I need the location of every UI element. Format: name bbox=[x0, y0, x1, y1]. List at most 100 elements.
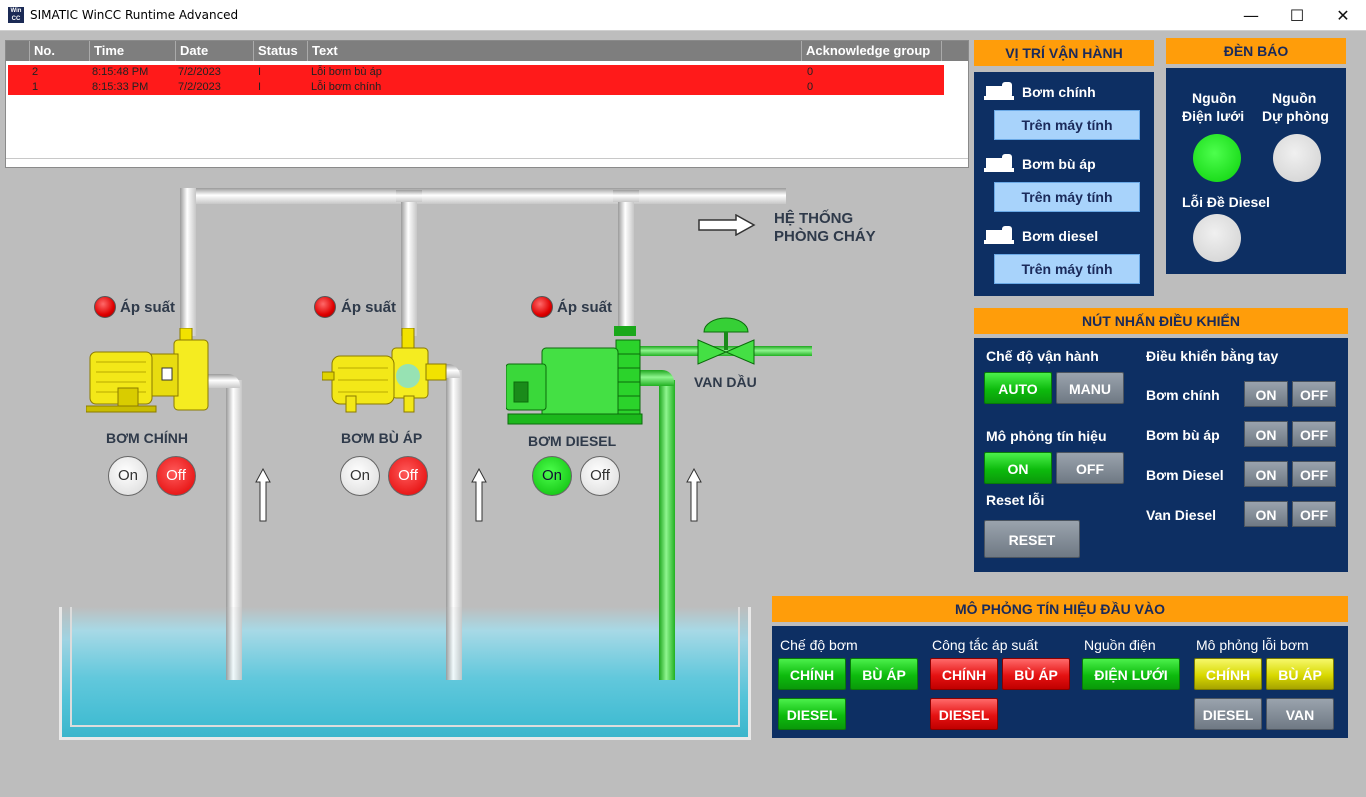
system-label: PHÒNG CHÁY bbox=[774, 228, 876, 245]
mode-label: Chế độ vận hành bbox=[986, 348, 1099, 364]
input-sim-panel: Chế độ bơm CHÍNH BÙ ÁP DIESEL Công tắc á… bbox=[772, 626, 1348, 738]
sim-off-button[interactable]: OFF bbox=[1056, 452, 1124, 484]
position-label-jockey: Bơm bù áp bbox=[1022, 156, 1096, 172]
jockey-pump-on-button[interactable]: On bbox=[340, 456, 380, 496]
sim-fault-jockey-button[interactable]: BÙ ÁP bbox=[1266, 658, 1334, 690]
sim-mode-jockey-button[interactable]: BÙ ÁP bbox=[850, 658, 918, 690]
alarm-status: I bbox=[258, 81, 262, 93]
main-pump-off-button[interactable]: Off bbox=[156, 456, 196, 496]
operating-position-title: VỊ TRÍ VẬN HÀNH bbox=[974, 40, 1154, 66]
sim-mode-diesel-button[interactable]: DIESEL bbox=[778, 698, 846, 730]
diesel-pump-icon bbox=[506, 339, 643, 425]
window-title: SIMATIC WinCC Runtime Advanced bbox=[30, 8, 239, 22]
col-status[interactable]: Status bbox=[254, 41, 308, 61]
reset-label: Reset lỗi bbox=[986, 492, 1045, 508]
alarm-ack: 0 bbox=[807, 66, 814, 78]
manu-button[interactable]: MANU bbox=[1056, 372, 1124, 404]
sim-grid-power-button[interactable]: ĐIỆN LƯỚI bbox=[1082, 658, 1180, 690]
grid-power-label: Điện lưới bbox=[1182, 108, 1245, 124]
alarm-header-marker bbox=[6, 41, 30, 61]
manual-jockey-on-button[interactable]: ON bbox=[1244, 421, 1288, 447]
manual-diesel-off-button[interactable]: OFF bbox=[1292, 461, 1336, 487]
sim-pressure-main-button[interactable]: CHÍNH bbox=[930, 658, 998, 690]
system-label: HỆ THỐNG bbox=[774, 210, 854, 227]
backup-power-lamp bbox=[1273, 134, 1321, 182]
sim-fault-main-button[interactable]: CHÍNH bbox=[1194, 658, 1262, 690]
manual-valve-off-button[interactable]: OFF bbox=[1292, 501, 1336, 527]
app-icon: Win CC bbox=[8, 7, 24, 23]
col-time[interactable]: Time bbox=[90, 41, 176, 61]
alarm-time: 8:15:48 PM bbox=[92, 66, 149, 78]
col-date[interactable]: Date bbox=[176, 41, 254, 61]
suction-pipe-diesel bbox=[659, 607, 675, 680]
pump-name: BƠM BÙ ÁP bbox=[341, 430, 423, 446]
sim-fault-diesel-button[interactable]: DIESEL bbox=[1194, 698, 1262, 730]
position-label-main: Bơm chính bbox=[1022, 84, 1096, 100]
pump-icon bbox=[984, 82, 1014, 100]
sim-fault-valve-button[interactable]: VAN bbox=[1266, 698, 1334, 730]
col-no[interactable]: No. bbox=[30, 41, 90, 61]
riser-pipe-diesel bbox=[618, 196, 634, 326]
alarm-view[interactable]: No. Time Date Status Text Acknowledge gr… bbox=[5, 40, 969, 168]
manual-main-on-button[interactable]: ON bbox=[1244, 381, 1288, 407]
operating-position-panel: Bơm chính Trên máy tính Bơm bù áp Trên m… bbox=[974, 72, 1154, 296]
manual-valve-label: Van Diesel bbox=[1146, 507, 1217, 523]
col-text[interactable]: Text bbox=[308, 41, 802, 61]
main-pump-location-button[interactable]: Trên máy tính bbox=[994, 110, 1140, 140]
backup-power-label: Dự phòng bbox=[1262, 108, 1329, 124]
minimize-button[interactable]: — bbox=[1228, 0, 1274, 31]
water-level bbox=[70, 607, 740, 727]
alarm-row[interactable]: 1 8:15:33 PM 7/2/2023 I Lỗi bơm chính 0 bbox=[8, 80, 944, 95]
indicator-lights-title: ĐÈN BÁO bbox=[1166, 38, 1346, 64]
manual-valve-on-button[interactable]: ON bbox=[1244, 501, 1288, 527]
pipe-joint bbox=[396, 190, 422, 202]
pump-name: BƠM CHÍNH bbox=[106, 430, 188, 446]
maximize-button[interactable]: ☐ bbox=[1274, 0, 1320, 31]
pressure-alarm-jockey-icon bbox=[314, 296, 336, 318]
diesel-pump-on-button[interactable]: On bbox=[532, 456, 572, 496]
alarm-row[interactable]: 2 8:15:48 PM 7/2/2023 I Lỗi bơm bù áp 0 bbox=[8, 65, 944, 80]
reset-button[interactable]: RESET bbox=[984, 520, 1080, 558]
sim-pressure-diesel-button[interactable]: DIESEL bbox=[930, 698, 998, 730]
alarm-date: 7/2/2023 bbox=[178, 66, 221, 78]
col-ack-group[interactable]: Acknowledge group bbox=[802, 41, 942, 61]
sim-mode-main-button[interactable]: CHÍNH bbox=[778, 658, 846, 690]
flow-arrow-icon bbox=[698, 214, 756, 236]
alarm-no: 2 bbox=[32, 66, 39, 78]
close-button[interactable]: ✕ bbox=[1320, 0, 1366, 31]
diesel-pump-location-button[interactable]: Trên máy tính bbox=[994, 254, 1140, 284]
jockey-pump-off-button[interactable]: Off bbox=[388, 456, 428, 496]
alarm-text: Lỗi bơm chính bbox=[311, 81, 382, 93]
pressure-alarm-main-icon bbox=[94, 296, 116, 318]
jockey-pump-icon bbox=[322, 328, 447, 413]
control-buttons-title: NÚT NHẤN ĐIỀU KHIỂN bbox=[974, 308, 1348, 334]
up-arrow-icon bbox=[255, 468, 271, 522]
sim-pressure-jockey-button[interactable]: BÙ ÁP bbox=[1002, 658, 1070, 690]
alarm-text: Lỗi bơm bù áp bbox=[311, 66, 382, 78]
manual-main-off-button[interactable]: OFF bbox=[1292, 381, 1336, 407]
power-label: Nguồn điện bbox=[1084, 637, 1156, 653]
pump-mode-label: Chế độ bơm bbox=[780, 637, 858, 653]
fault-sim-label: Mô phỏng lỗi bơm bbox=[1196, 637, 1309, 653]
control-buttons-panel: Chế độ vận hành AUTO MANU Mô phỏng tín h… bbox=[974, 338, 1348, 572]
riser-pipe-main bbox=[180, 188, 196, 336]
main-pump-icon bbox=[86, 328, 209, 413]
sim-on-button[interactable]: ON bbox=[984, 452, 1052, 484]
sim-label: Mô phỏng tín hiệu bbox=[986, 428, 1107, 444]
alarm-time: 8:15:33 PM bbox=[92, 81, 149, 93]
riser-pipe-jockey bbox=[401, 196, 417, 336]
water-tank bbox=[59, 607, 751, 740]
main-pump-on-button[interactable]: On bbox=[108, 456, 148, 496]
suction-pipe-jockey bbox=[446, 607, 462, 680]
alarm-no: 1 bbox=[32, 81, 39, 93]
alarm-date: 7/2/2023 bbox=[178, 81, 221, 93]
jockey-pump-location-button[interactable]: Trên máy tính bbox=[994, 182, 1140, 212]
alarm-ack: 0 bbox=[807, 81, 814, 93]
manual-diesel-on-button[interactable]: ON bbox=[1244, 461, 1288, 487]
alarm-separator bbox=[6, 158, 968, 159]
auto-button[interactable]: AUTO bbox=[984, 372, 1052, 404]
pump-name: BƠM DIESEL bbox=[528, 433, 617, 449]
diesel-pump-off-button[interactable]: Off bbox=[580, 456, 620, 496]
manual-jockey-off-button[interactable]: OFF bbox=[1292, 421, 1336, 447]
input-sim-title: MÔ PHỎNG TÍN HIỆU ĐẦU VÀO bbox=[772, 596, 1348, 622]
